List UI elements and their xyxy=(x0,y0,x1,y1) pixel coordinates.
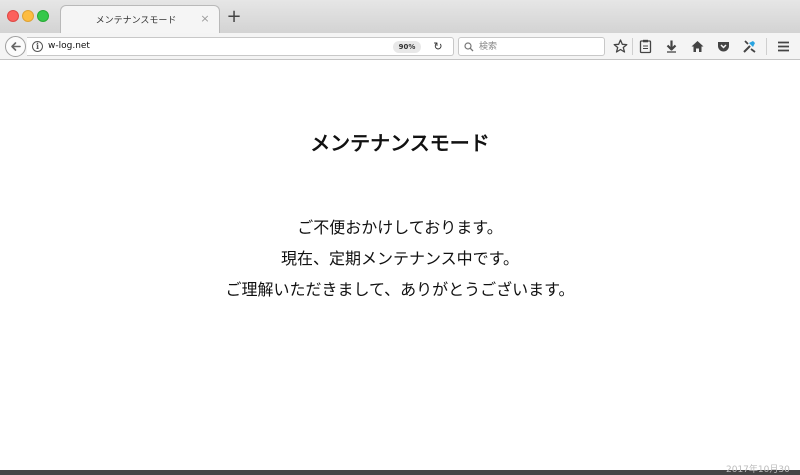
back-button[interactable] xyxy=(5,36,26,57)
toolbar-separator xyxy=(766,38,767,55)
clipboard-icon[interactable] xyxy=(637,38,654,55)
page-title: メンテナンスモード xyxy=(310,131,490,155)
desktop-background-strip xyxy=(0,470,800,475)
bookmark-star-icon[interactable] xyxy=(612,38,629,55)
tools-icon[interactable] xyxy=(741,38,758,55)
tab-strip: メンテナンスモード × + xyxy=(0,0,800,33)
search-bar[interactable] xyxy=(458,37,605,56)
pocket-icon[interactable] xyxy=(715,38,732,55)
message-line: ご不便おかけしております。 xyxy=(297,218,503,237)
url-bar[interactable]: i w-log.net 90% ↻ xyxy=(27,37,454,56)
new-tab-button[interactable]: + xyxy=(226,8,242,26)
search-icon xyxy=(464,42,474,52)
url-text[interactable]: w-log.net xyxy=(48,41,90,51)
reload-icon[interactable]: ↻ xyxy=(430,39,446,55)
message-line: ご理解いただきまして、ありがとうございます。 xyxy=(225,280,575,299)
window-minimize-button[interactable] xyxy=(22,10,34,22)
site-info-icon[interactable]: i xyxy=(32,41,43,52)
zoom-level-badge[interactable]: 90% xyxy=(393,41,421,53)
message-line: 現在、定期メンテナンス中です。 xyxy=(280,249,520,268)
hamburger-icon[interactable] xyxy=(775,38,792,55)
tab-active[interactable]: メンテナンスモード × xyxy=(60,5,220,33)
window-close-button[interactable] xyxy=(7,10,19,22)
download-arrow-icon[interactable] xyxy=(663,38,680,55)
background-date-fragment: 2017年10月30 xyxy=(726,465,790,475)
window-maximize-button[interactable] xyxy=(37,10,49,22)
search-input[interactable] xyxy=(479,40,599,54)
nav-toolbar: i w-log.net 90% ↻ xyxy=(0,33,800,60)
toolbar-separator xyxy=(632,38,633,55)
tab-title: メンテナンスモード xyxy=(95,16,177,26)
back-arrow-icon xyxy=(11,42,21,51)
page-content: メンテナンスモード ご不便おかけしております。 現在、定期メンテナンス中です。 … xyxy=(0,61,800,470)
tab-close-icon[interactable]: × xyxy=(199,12,211,26)
home-icon[interactable] xyxy=(689,38,706,55)
